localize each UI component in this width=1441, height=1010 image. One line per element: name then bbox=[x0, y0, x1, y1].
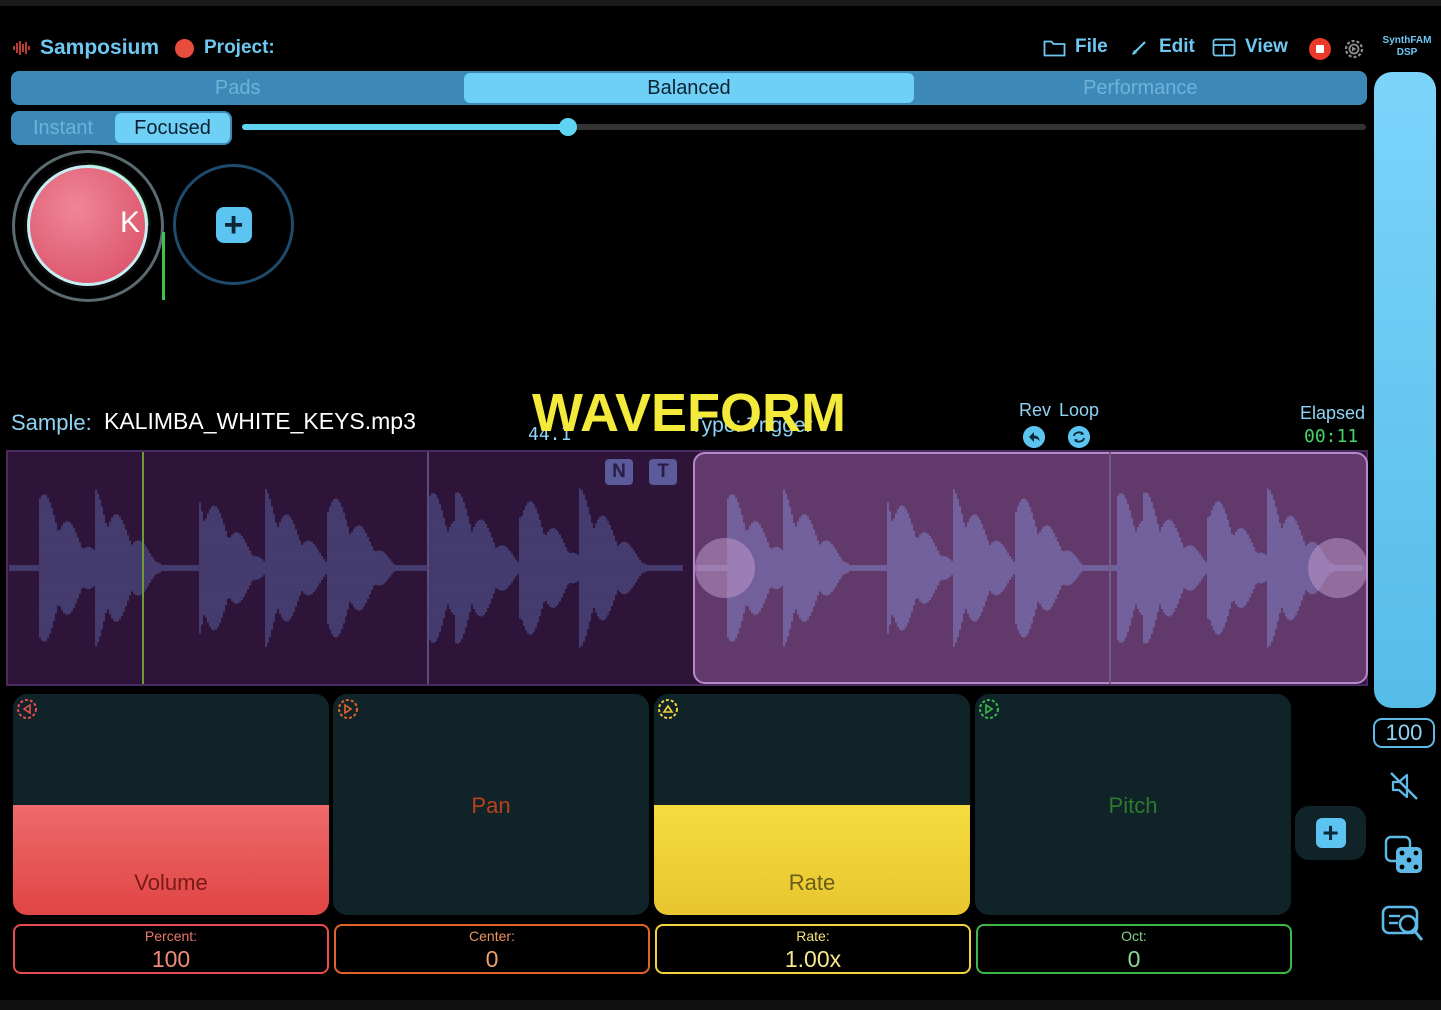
response-tabs: Instant Focused bbox=[11, 111, 232, 145]
pan-caption: Center: bbox=[469, 928, 515, 944]
reverse-icon[interactable] bbox=[1023, 426, 1045, 448]
response-slider-thumb[interactable] bbox=[558, 118, 577, 136]
brand-label: SynthFAM DSP bbox=[1375, 35, 1439, 59]
layout-icon bbox=[1212, 38, 1236, 56]
tab-focused[interactable]: Focused bbox=[115, 113, 230, 143]
response-slider-fill bbox=[242, 124, 568, 130]
slice-marker bbox=[1109, 452, 1111, 684]
add-parameter-button[interactable]: + bbox=[1295, 806, 1366, 860]
waveform-logo-icon bbox=[13, 41, 30, 55]
view-menu-label: View bbox=[1245, 36, 1288, 57]
record-button[interactable] bbox=[1309, 38, 1331, 60]
bottom-strip bbox=[0, 1000, 1441, 1010]
pan-label: Pan bbox=[471, 793, 511, 818]
pitch-value: 0 bbox=[1127, 946, 1141, 972]
sample-name[interactable]: KALIMBA_WHITE_KEYS.mp3 bbox=[104, 408, 416, 435]
elapsed-value: 00:11 bbox=[1304, 426, 1359, 447]
search-list-icon bbox=[1381, 905, 1424, 941]
master-volume-value[interactable]: 100 bbox=[1373, 718, 1435, 748]
pad-level-meter bbox=[162, 232, 165, 300]
volume-label: Volume bbox=[134, 870, 208, 895]
pitch-value-box[interactable]: Oct: 0 bbox=[976, 924, 1292, 974]
pan-value: 0 bbox=[485, 946, 499, 972]
view-menu[interactable]: View bbox=[1212, 36, 1288, 58]
rate-label: Rate bbox=[788, 870, 836, 895]
pad-k-label: K bbox=[120, 206, 141, 239]
pan-value-box[interactable]: Center: 0 bbox=[334, 924, 650, 974]
rate-value: 1.00x bbox=[784, 946, 842, 972]
randomize-button[interactable] bbox=[1378, 829, 1430, 881]
folder-icon bbox=[1043, 40, 1066, 56]
sample-label: Sample: bbox=[11, 410, 92, 435]
stop-icon bbox=[1316, 45, 1324, 53]
playhead-marker bbox=[142, 452, 144, 684]
dice-icon bbox=[1384, 835, 1422, 873]
edit-menu-label: Edit bbox=[1159, 36, 1195, 57]
file-menu[interactable]: File bbox=[1043, 36, 1108, 58]
edit-menu[interactable]: Edit bbox=[1130, 36, 1195, 58]
rate-caption: Rate: bbox=[796, 928, 830, 944]
mute-button[interactable] bbox=[1378, 760, 1430, 812]
plus-icon: + bbox=[1315, 818, 1346, 848]
rev-label: Rev bbox=[1019, 400, 1052, 420]
pitch-caption: Oct: bbox=[1121, 928, 1147, 944]
waveform-plot bbox=[9, 488, 1363, 648]
waveform-trace bbox=[697, 488, 1363, 648]
plus-icon: + bbox=[215, 206, 252, 243]
volume-value: 100 bbox=[151, 946, 191, 972]
selection-end-handle[interactable] bbox=[1308, 538, 1368, 598]
volume-caption: Percent: bbox=[144, 928, 198, 944]
loop-label: Loop bbox=[1059, 400, 1100, 420]
volume-card[interactable]: Volume bbox=[13, 694, 329, 915]
loop-icon[interactable] bbox=[1068, 426, 1090, 448]
elapsed-label: Elapsed bbox=[1300, 403, 1366, 423]
pan-gear-icon[interactable] bbox=[336, 697, 360, 721]
rate-gear-icon[interactable] bbox=[656, 697, 680, 721]
project-status-icon bbox=[175, 39, 194, 58]
master-volume-slider[interactable] bbox=[1374, 72, 1436, 708]
waveform-trace bbox=[9, 488, 683, 648]
project-label[interactable]: Project: bbox=[204, 37, 275, 59]
pitch-label: Pitch bbox=[1108, 793, 1158, 818]
volume-value-box[interactable]: Percent: 100 bbox=[13, 924, 329, 974]
search-button[interactable] bbox=[1378, 898, 1430, 950]
selection-start-handle[interactable] bbox=[695, 538, 755, 598]
t-button[interactable]: T bbox=[649, 459, 677, 485]
tab-instant[interactable]: Instant bbox=[13, 113, 113, 143]
volume-fill bbox=[13, 804, 329, 915]
waveform-overlay-title: WAVEFORM bbox=[532, 383, 846, 443]
tab-balanced[interactable]: Balanced bbox=[464, 73, 914, 103]
slice-marker bbox=[427, 452, 429, 684]
pitch-card[interactable]: Pitch bbox=[975, 694, 1291, 915]
app-title: Samposium bbox=[40, 36, 160, 59]
rate-value-box[interactable]: Rate: 1.00x bbox=[655, 924, 971, 974]
rate-fill bbox=[654, 804, 970, 915]
tab-pads[interactable]: Pads bbox=[13, 73, 462, 103]
settings-gear-icon[interactable] bbox=[1342, 37, 1366, 61]
pitch-gear-icon[interactable] bbox=[977, 697, 1001, 721]
pencil-icon bbox=[1132, 41, 1146, 55]
add-pad-button[interactable]: + bbox=[173, 164, 294, 285]
rate-card[interactable]: Rate bbox=[654, 694, 970, 915]
top-strip bbox=[0, 0, 1441, 6]
tab-performance[interactable]: Performance bbox=[916, 73, 1365, 103]
brand-line1: SynthFAM bbox=[1382, 35, 1432, 46]
pan-card[interactable]: Pan bbox=[333, 694, 649, 915]
speaker-muted-icon bbox=[1390, 772, 1418, 800]
volume-gear-icon[interactable] bbox=[15, 697, 39, 721]
mode-tabs: Pads Balanced Performance bbox=[11, 71, 1367, 105]
brand-line2: DSP bbox=[1396, 47, 1418, 58]
n-button[interactable]: N bbox=[605, 459, 633, 485]
file-menu-label: File bbox=[1075, 36, 1108, 57]
